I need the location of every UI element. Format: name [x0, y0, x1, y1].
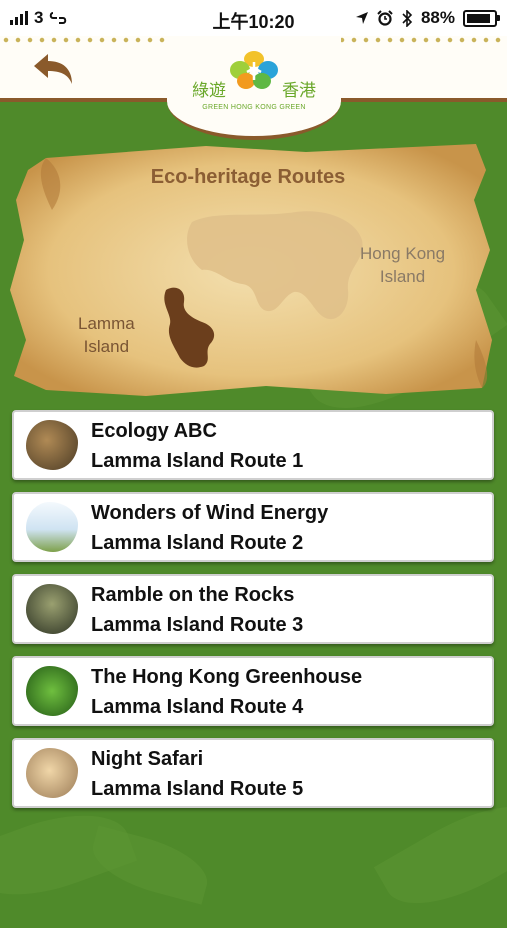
route-thumbnail — [26, 584, 78, 634]
status-right: 88% — [355, 8, 500, 28]
route-thumbnail — [26, 666, 78, 716]
battery-percent: 88% — [420, 8, 455, 27]
route-thumbnail — [26, 502, 78, 552]
route-map: Eco-heritage Routes Lamma Island Hong Ko… — [6, 140, 500, 402]
logo-text-left: 綠遊 — [192, 81, 226, 101]
route-subtitle: Lamma Island Route 2 — [91, 532, 304, 554]
back-button[interactable] — [30, 50, 80, 90]
route-title: Ecology ABC — [91, 420, 217, 442]
route-item-5[interactable]: Night Safari Lamma Island Route 5 — [12, 738, 494, 808]
alarm-icon — [377, 10, 393, 26]
hk-label-line1: Hong Kong — [360, 244, 446, 263]
bluetooth-icon — [402, 9, 413, 27]
map-title: Eco-heritage Routes — [150, 166, 346, 188]
route-item-4[interactable]: The Hong Kong Greenhouse Lamma Island Ro… — [12, 656, 494, 726]
logo-tagline: GREEN HONG KONG GREEN — [202, 104, 306, 111]
route-title: Night Safari — [91, 748, 204, 770]
app-logo: 綠遊 香港 GREEN HONG KONG GREEN — [188, 48, 320, 118]
route-item-2[interactable]: Wonders of Wind Energy Lamma Island Rout… — [12, 492, 494, 562]
status-bar: 3 上午10:20 88% — [0, 0, 507, 36]
route-thumbnail — [26, 420, 78, 470]
battery-icon — [463, 9, 500, 27]
location-arrow-icon — [355, 12, 368, 24]
logo-flower-icon — [230, 51, 278, 89]
logo-text-right: 香港 — [282, 81, 316, 101]
lamma-island-label: Lamma Island — [78, 312, 135, 358]
route-title: The Hong Kong Greenhouse — [91, 666, 363, 688]
leaf-decoration — [85, 825, 215, 905]
route-list: Ecology ABC Lamma Island Route 1 Wonders… — [12, 410, 494, 820]
route-title: Ramble on the Rocks — [91, 584, 295, 606]
lamma-label-line1: Lamma — [78, 314, 135, 333]
route-subtitle: Lamma Island Route 3 — [91, 614, 304, 636]
route-thumbnail — [26, 748, 78, 798]
hong-kong-island-label: Hong Kong Island — [360, 242, 445, 288]
hk-label-line2: Island — [379, 267, 426, 286]
route-subtitle: Lamma Island Route 1 — [91, 450, 304, 472]
route-title: Wonders of Wind Energy — [91, 502, 329, 524]
route-subtitle: Lamma Island Route 4 — [91, 696, 304, 718]
back-arrow-icon — [34, 54, 72, 84]
route-item-1[interactable]: Ecology ABC Lamma Island Route 1 — [12, 410, 494, 480]
route-item-3[interactable]: Ramble on the Rocks Lamma Island Route 3 — [12, 574, 494, 644]
route-subtitle: Lamma Island Route 5 — [91, 778, 304, 800]
lamma-label-line2: Island — [83, 337, 130, 356]
